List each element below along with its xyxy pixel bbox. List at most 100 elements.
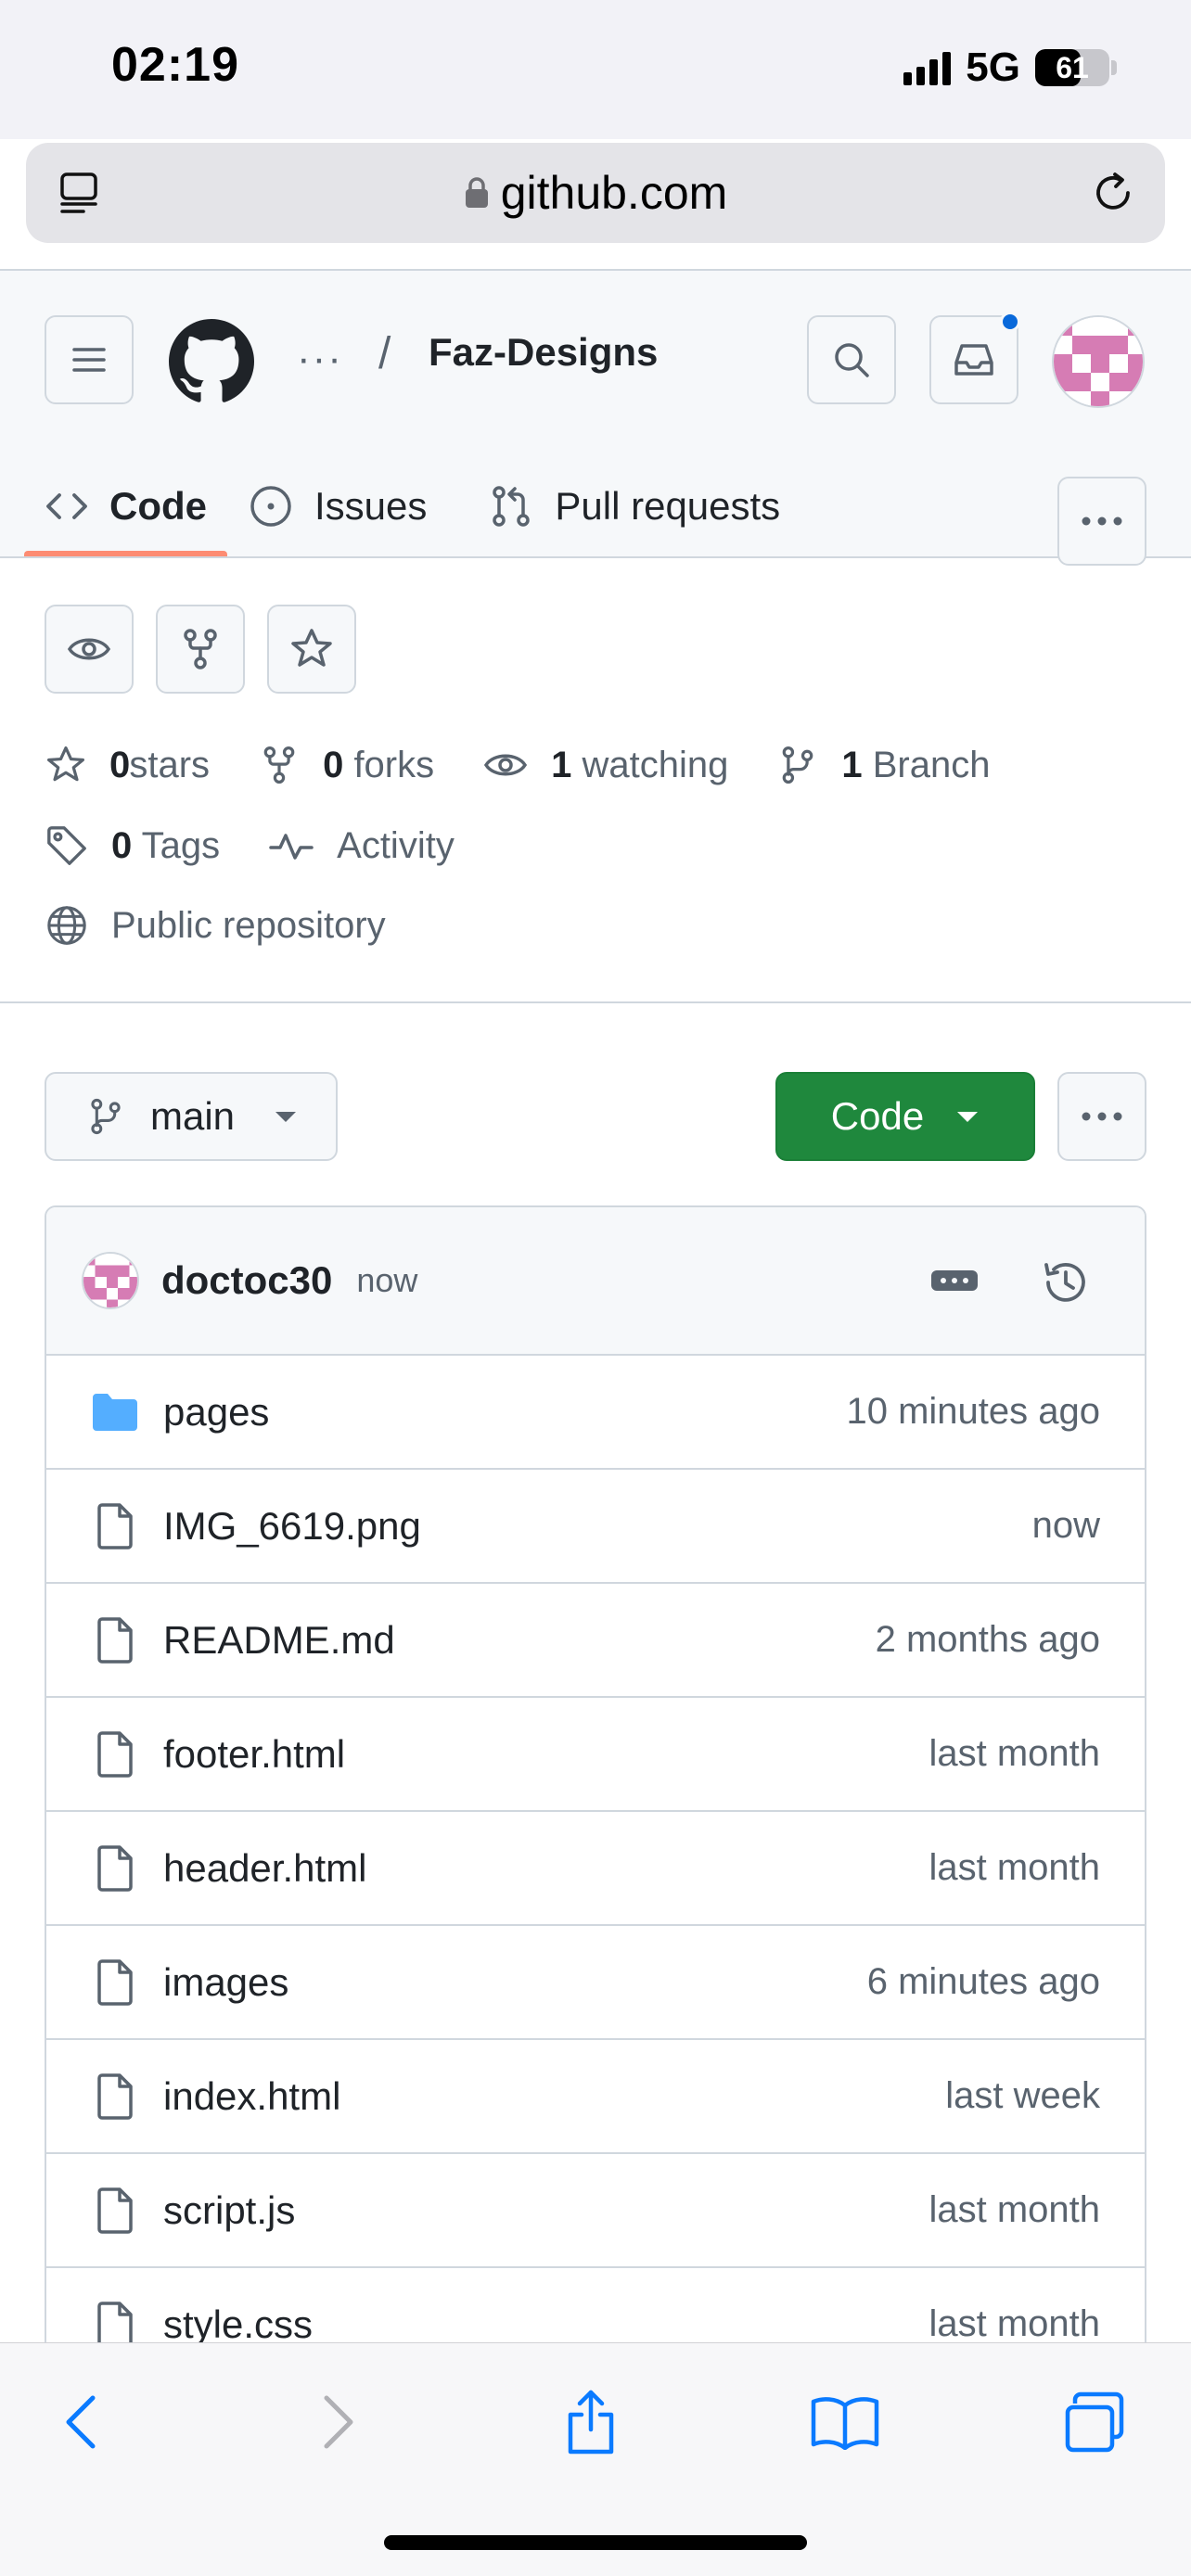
address-bar[interactable]: github.com (26, 143, 1165, 243)
file-row[interactable]: IMG_6619.png now (46, 1470, 1145, 1584)
search-button[interactable] (807, 315, 896, 404)
forks-stat[interactable]: 0 forks (258, 744, 434, 786)
repo-more-button[interactable] (1057, 1072, 1146, 1161)
fork-button[interactable] (156, 605, 245, 694)
file-row[interactable]: README.md 2 months ago (46, 1584, 1145, 1698)
tab-code[interactable]: Code (24, 456, 227, 556)
tags-label: Tags (141, 824, 221, 866)
triangle-down-icon (275, 1112, 297, 1122)
file-row[interactable]: header.html last month (46, 1812, 1145, 1926)
tabs-icon (1065, 2391, 1124, 2453)
file-commit-time: last month (928, 1733, 1100, 1774)
divider (0, 1001, 1191, 1003)
tags-stat[interactable]: 0 Tags (45, 823, 220, 868)
activity-stat[interactable]: Activity (268, 824, 455, 867)
forward-button[interactable] (297, 2380, 380, 2464)
tag-icon (47, 826, 86, 865)
file-row[interactable]: footer.html last month (46, 1698, 1145, 1812)
file-commit-time: 10 minutes ago (846, 1391, 1100, 1432)
file-name[interactable]: header.html (163, 1846, 928, 1891)
forks-count: 0 (323, 744, 344, 785)
file-commit-time: last month (928, 2189, 1100, 2230)
git-pull-request-icon (493, 486, 531, 527)
history-icon (1044, 1262, 1085, 1302)
branch-label: Branch (872, 744, 991, 785)
file-icon (91, 1844, 139, 1893)
eye-icon (67, 638, 111, 660)
issue-opened-icon (250, 486, 291, 527)
visibility-stat: Public repository (45, 903, 386, 948)
branch-selector[interactable]: main (45, 1072, 338, 1161)
search-icon (835, 343, 869, 377)
file-name[interactable]: footer.html (163, 1732, 928, 1777)
triangle-down-icon (957, 1112, 979, 1122)
tabs-more-button[interactable] (1057, 477, 1146, 566)
bookmarks-icon (811, 2397, 879, 2450)
star-button[interactable] (267, 605, 356, 694)
file-name[interactable]: pages (163, 1390, 846, 1435)
stars-count: 0 (109, 744, 131, 785)
eye-icon (484, 754, 528, 776)
watch-button[interactable] (45, 605, 134, 694)
file-row[interactable]: script.js last month (46, 2154, 1145, 2268)
breadcrumb-ellipsis[interactable]: ··· (297, 336, 343, 382)
github-logo-icon[interactable] (169, 319, 254, 404)
watching-label: watching (582, 744, 729, 785)
tab-label: Pull requests (555, 484, 781, 528)
avatar[interactable] (82, 1252, 139, 1309)
tabs-button[interactable] (1054, 2380, 1137, 2464)
file-name[interactable]: style.css (163, 2302, 928, 2347)
file-commit-time: 6 minutes ago (866, 1961, 1100, 2002)
home-indicator (384, 2535, 807, 2550)
code-icon (46, 493, 87, 519)
tab-label: Issues (314, 484, 428, 528)
history-button[interactable] (1041, 1257, 1091, 1307)
cellular-signal-icon (903, 50, 952, 85)
commit-message-toggle[interactable] (929, 1265, 980, 1296)
file-name[interactable]: script.js (163, 2188, 928, 2233)
file-icon (91, 1730, 139, 1779)
activity-label: Activity (337, 824, 455, 866)
visibility-label: Public repository (111, 904, 386, 946)
hamburger-menu-button[interactable] (45, 315, 134, 404)
forward-icon (324, 2395, 353, 2449)
back-icon (66, 2395, 96, 2449)
file-row[interactable]: images 6 minutes ago (46, 1926, 1145, 2040)
stars-stat[interactable]: 0 stars (45, 744, 210, 786)
breadcrumb-separator: / (378, 329, 391, 378)
file-row[interactable]: pages 10 minutes ago (46, 1356, 1145, 1470)
file-name[interactable]: IMG_6619.png (163, 1504, 1032, 1549)
file-name[interactable]: images (163, 1960, 867, 2005)
file-icon (91, 1958, 139, 2007)
code-button-label: Code (830, 1094, 925, 1138)
repo-forked-icon (184, 629, 217, 670)
tab-label: Code (109, 484, 207, 528)
file-icon (91, 1502, 139, 1550)
share-button[interactable] (549, 2380, 633, 2464)
repo-action-buttons (45, 605, 356, 694)
file-icon (91, 2301, 139, 2349)
avatar[interactable] (1052, 315, 1145, 408)
status-time: 02:19 (111, 38, 239, 92)
code-dropdown-button[interactable]: Code (775, 1072, 1035, 1161)
file-name[interactable]: index.html (163, 2074, 945, 2119)
tab-issues[interactable]: Issues (227, 456, 447, 556)
tab-pull-requests[interactable]: Pull requests (467, 456, 800, 556)
file-name[interactable]: README.md (163, 1618, 876, 1663)
repo-forked-icon (263, 746, 295, 784)
bookmarks-button[interactable] (803, 2380, 887, 2464)
file-commit-time: last month (928, 1847, 1100, 1888)
watching-stat[interactable]: 1 watching (482, 742, 728, 788)
commit-author[interactable]: doctoc30 (161, 1258, 332, 1303)
file-row[interactable]: index.html last week (46, 2040, 1145, 2154)
forks-label: forks (353, 744, 435, 785)
network-type: 5G (966, 45, 1020, 90)
branch-stat[interactable]: 1 Branch (776, 744, 991, 786)
reload-icon[interactable] (1087, 167, 1139, 219)
stars-label: stars (129, 744, 211, 785)
back-button[interactable] (39, 2380, 122, 2464)
repo-name[interactable]: Faz-Designs (429, 330, 658, 375)
kebab-horizontal-icon (1082, 1112, 1122, 1121)
lock-icon (464, 176, 490, 210)
url-text[interactable]: github.com (501, 166, 728, 220)
